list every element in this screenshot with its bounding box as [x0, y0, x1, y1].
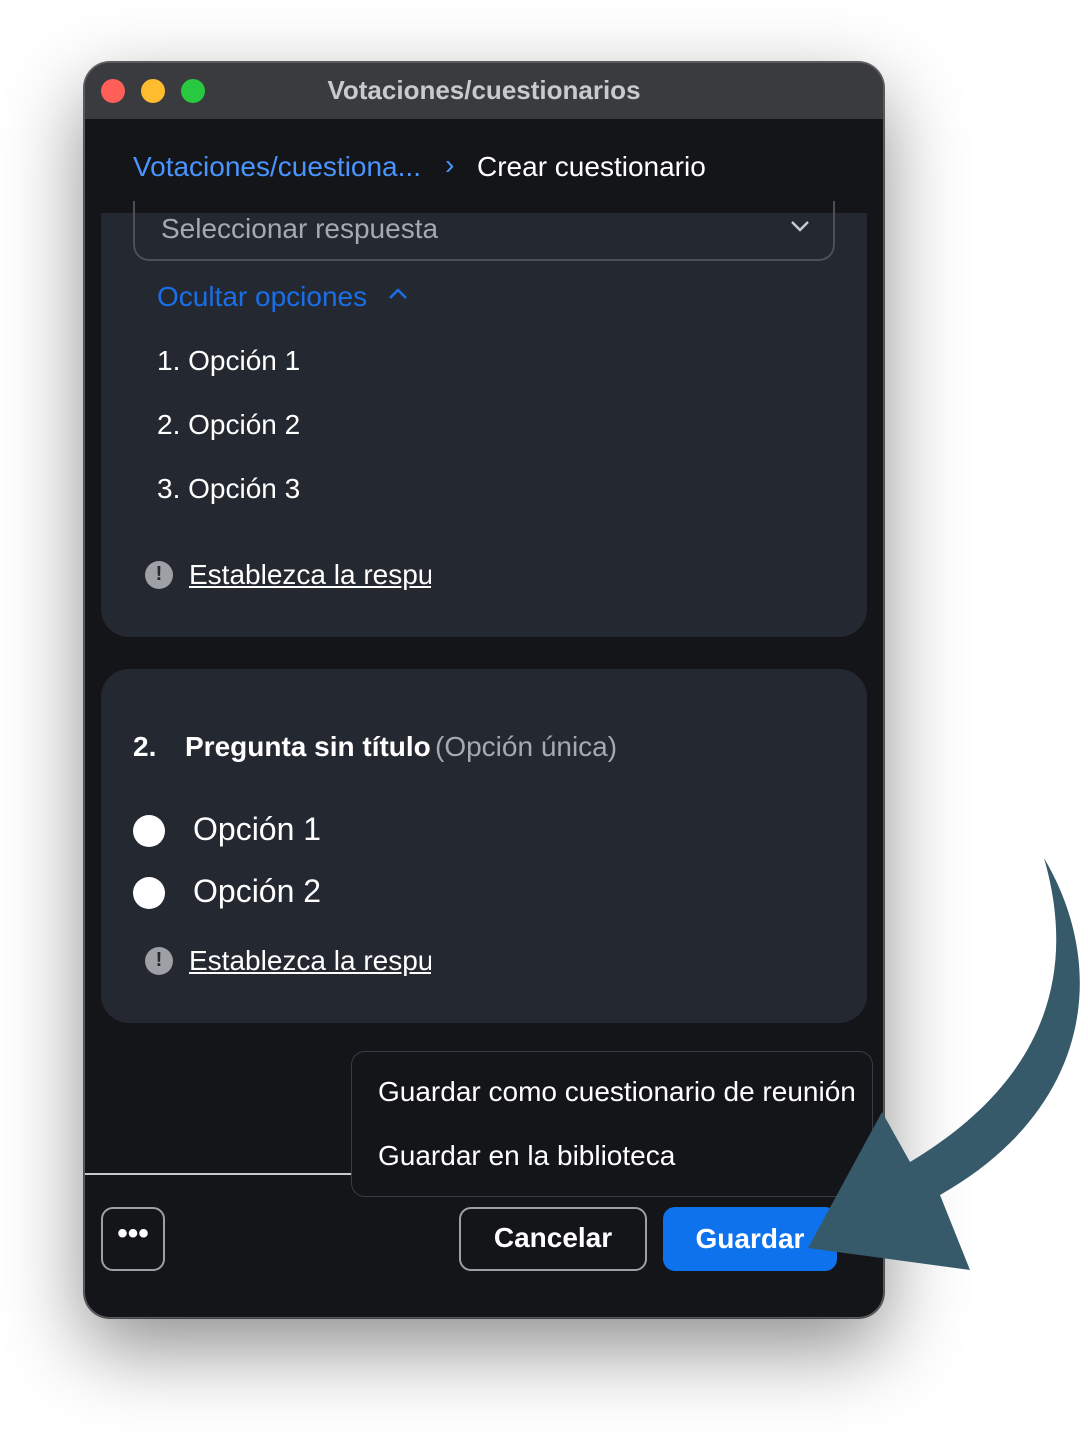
question-card-1: Seleccionar respuesta Ocultar opciones 1…: [101, 201, 867, 637]
title-bar: Votaciones/cuestionarios: [85, 63, 883, 120]
option-item: 2. Opción 2: [157, 409, 301, 440]
radio-label: Opción 2: [193, 873, 322, 909]
option-item: 3. Opción 3: [157, 473, 301, 504]
set-answer-link[interactable]: Establezca la respue: [189, 559, 431, 591]
question-title: Pregunta sin título: [185, 731, 431, 762]
warning-icon: !: [145, 561, 173, 589]
question-type: (Opción única): [435, 731, 618, 762]
option-item: 1. Opción 1: [157, 345, 301, 376]
breadcrumb-parent-link[interactable]: Votaciones/cuestiona...: [133, 151, 421, 183]
chevron-up-icon[interactable]: [387, 283, 409, 305]
answer-select[interactable]: Seleccionar respuesta: [133, 201, 835, 261]
hide-options-toggle[interactable]: Ocultar opciones: [157, 281, 367, 313]
radio-button[interactable]: [133, 815, 165, 847]
radio-label: Opción 1: [193, 811, 322, 847]
poll-quiz-window: Votaciones/cuestionarios Votaciones/cues…: [84, 62, 884, 1318]
more-options-button[interactable]: •••: [101, 1207, 165, 1271]
chevron-down-icon: [791, 221, 809, 232]
breadcrumb: Votaciones/cuestiona... › Crear cuestion…: [85, 119, 883, 213]
breadcrumb-current: Crear cuestionario: [477, 151, 706, 182]
menu-item-save-to-library[interactable]: Guardar en la biblioteca: [378, 1140, 675, 1172]
warning-icon: !: [145, 947, 173, 975]
footer-divider: [85, 1173, 355, 1175]
question-number: 2.: [133, 731, 157, 762]
answer-select-placeholder: Seleccionar respuesta: [161, 213, 439, 244]
annotation-arrow: [808, 858, 1080, 1270]
chevron-right-icon: ›: [445, 149, 455, 180]
question-card-2: 2. Pregunta sin título (Opción única) Op…: [101, 669, 867, 1023]
menu-item-save-as-meeting-quiz[interactable]: Guardar como cuestionario de reunión: [378, 1076, 856, 1108]
radio-button[interactable]: [133, 877, 165, 909]
window-title: Votaciones/cuestionarios: [327, 75, 641, 105]
set-answer-link[interactable]: Establezca la respue: [189, 945, 431, 977]
cancel-button[interactable]: Cancelar: [459, 1207, 647, 1271]
